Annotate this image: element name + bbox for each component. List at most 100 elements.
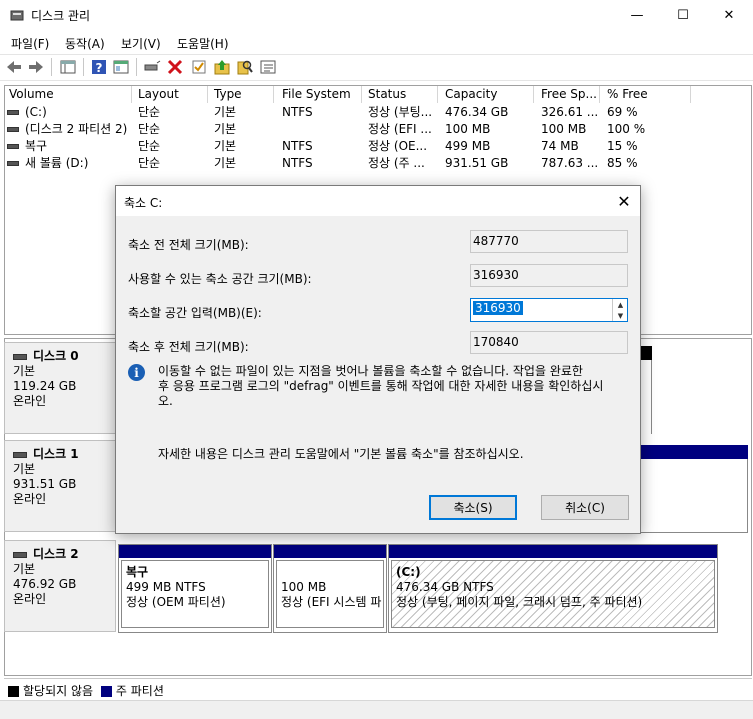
shrink-amount-spinner[interactable]: ▲ ▼ [612,299,627,321]
menu-view[interactable]: 보기(V) [121,35,161,52]
table-cell: NTFS [282,156,313,170]
column-header-layout[interactable]: Layout [134,86,208,103]
close-icon: ✕ [617,191,631,211]
total-before-value: 487770 [470,230,628,253]
dialog-title: 축소 C: [124,196,163,210]
status-bar [0,700,753,719]
window-title: 디스크 관리 [31,9,91,23]
menu-file[interactable]: 파일(F) [11,35,49,52]
cancel-button[interactable]: 취소(C) [541,495,629,520]
help-reference-text: 자세한 내용은 디스크 관리 도움말에서 "기본 볼륨 축소"를 참조하십시오. [158,447,524,461]
unallocated-swatch [8,686,19,697]
dialog-title-bar [116,186,640,216]
menu-action[interactable]: 동작(A) [65,35,105,52]
toolbar-separator [136,58,137,76]
table-cell: 기본 [214,105,237,119]
table-row[interactable]: (디스크 2 파티션 2) [7,121,134,138]
column-header-volume[interactable]: Volume [5,86,132,103]
column-header-file-system[interactable]: File System [278,86,362,103]
table-cell: 100 % [607,122,646,136]
available-space-label: 사용할 수 있는 축소 공간 크기(MB): [128,272,312,286]
table-cell: 기본 [214,139,237,153]
shrink-dialog: 축소 C: ✕ 축소 전 전체 크기(MB): 487770 사용할 수 있는 … [115,185,641,534]
disk-icon [13,353,27,360]
disk-2-label[interactable]: 디스크 2 기본 476.92 GB 온라인 [4,540,116,632]
legend: 할당되지 않음 주 파티션 [4,678,752,698]
toolbar-separator [51,58,52,76]
close-button[interactable]: ✕ [706,0,752,31]
up-folder-icon[interactable] [213,58,231,76]
partition-box[interactable] [640,459,748,533]
table-cell: 15 % [607,139,638,153]
delete-icon[interactable] [166,58,184,76]
column-header-type[interactable]: Type [210,86,274,103]
column-header-capacity[interactable]: Capacity [441,86,534,103]
list-icon[interactable] [259,58,277,76]
table-cell: 정상 (주 ... [368,156,425,170]
info-icon: i [128,364,145,381]
connect-icon[interactable] [143,58,161,76]
shrink-button[interactable]: 축소(S) [429,495,517,520]
volume-icon [7,161,19,166]
table-cell: 정상 (EFI ... [368,122,432,136]
check-icon[interactable] [190,58,208,76]
table-cell: 85 % [607,156,638,170]
volume-icon [7,144,19,149]
table-cell: 단순 [138,105,161,119]
table-cell: 100 MB [541,122,587,136]
table-cell: 931.51 GB [445,156,509,170]
table-cell: 69 % [607,105,638,119]
available-space-value: 316930 [470,264,628,287]
primary-partition-swatch [100,686,112,697]
table-cell: 74 MB [541,139,579,153]
column-header-percent-free[interactable]: % Free [603,86,691,103]
volume-icon [7,127,19,132]
table-cell: 단순 [138,139,161,153]
table-cell: 기본 [214,122,237,136]
table-cell: 기본 [214,156,237,170]
spin-down-icon[interactable]: ▼ [613,310,628,321]
table-cell: 단순 [138,156,161,170]
spin-up-icon[interactable]: ▲ [613,299,628,310]
toolbar-separator [83,58,84,76]
table-cell: 100 MB [445,122,491,136]
primary-partition-bar [119,545,271,558]
unallocated-bar [640,346,652,360]
table-cell: NTFS [282,105,313,119]
table-row[interactable]: 새 볼륨 (D:) [7,155,132,172]
table-cell: 326.61 ... [541,105,599,119]
info-message: 이동할 수 없는 파일이 있는 지점을 벗어나 볼륨을 축소할 수 없습니다. … [158,364,604,408]
disk-management-app-icon [10,10,24,21]
maximize-button[interactable]: ☐ [660,0,706,31]
table-cell: 476.34 GB [445,105,509,119]
disk-1-label[interactable]: 디스크 1 기본 931.51 GB 온라인 [4,440,116,532]
table-cell: 정상 (부팅... [368,105,433,119]
properties-icon[interactable] [112,58,130,76]
forward-arrow-icon[interactable] [27,58,45,76]
total-after-value: 170840 [470,331,628,354]
table-row[interactable]: (C:) [7,104,132,121]
partition-box[interactable] [640,360,652,434]
partition-efi[interactable]: 100 MB 정상 (EFI 시스템 파 [273,544,387,633]
table-cell: 787.63 ... [541,156,599,170]
column-header-status[interactable]: Status [364,86,438,103]
disk-icon [13,451,27,458]
column-header-free-space[interactable]: Free Sp... [537,86,600,103]
partition-c[interactable]: (C:) 476.34 GB NTFS 정상 (부팅, 페이지 파일, 크래시 … [388,544,718,633]
shrink-amount-input[interactable]: 316930 [470,298,628,322]
back-arrow-icon[interactable] [5,58,23,76]
minimize-button[interactable]: — [614,0,660,31]
total-after-label: 축소 후 전체 크기(MB): [128,340,249,354]
help-icon[interactable]: ? [90,58,108,76]
primary-partition-bar [389,545,717,558]
total-before-label: 축소 전 전체 크기(MB): [128,238,249,252]
menu-bar [0,31,753,53]
menu-help[interactable]: 도움말(H) [177,35,229,52]
partition-recovery[interactable]: 복구 499 MB NTFS 정상 (OEM 파티션) [118,544,272,633]
search-icon[interactable] [236,58,254,76]
disk-0-label[interactable]: 디스크 0 기본 119.24 GB 온라인 [4,342,116,434]
table-row[interactable]: 복구 [7,138,132,155]
svg-text:?: ? [96,61,103,75]
console-tree-icon[interactable] [59,58,77,76]
dialog-close-button[interactable]: ✕ [612,189,636,213]
